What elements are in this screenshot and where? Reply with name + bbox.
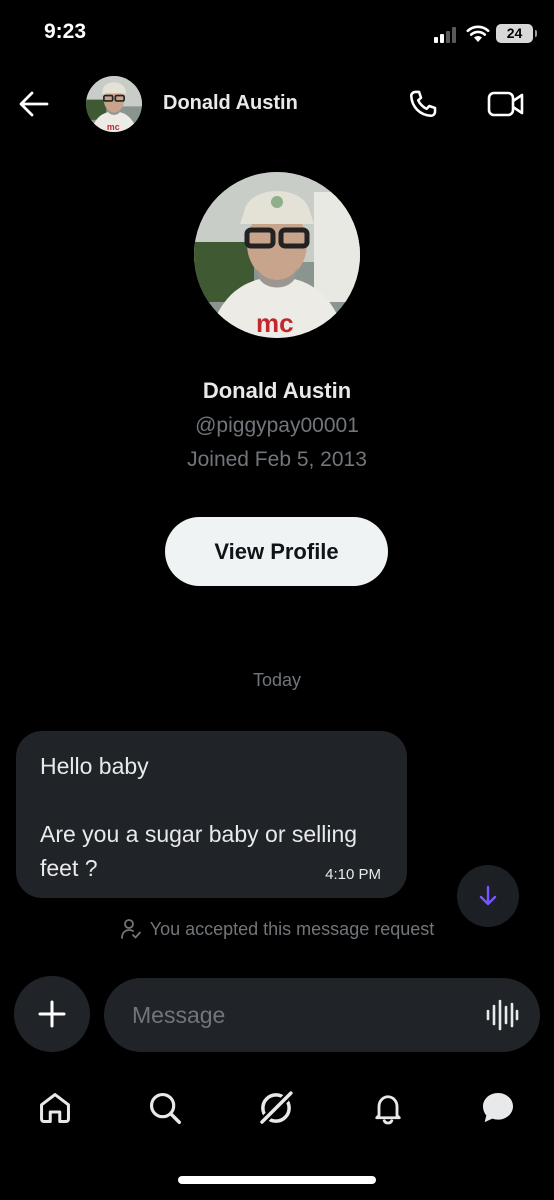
profile-avatar[interactable]: mc (194, 172, 360, 338)
bottom-navigation (0, 1068, 554, 1148)
svg-text:mc: mc (107, 122, 120, 132)
profile-handle: @piggypay00001 (195, 414, 359, 437)
status-time: 9:23 (44, 20, 87, 43)
message-text: Hello baby (40, 753, 149, 779)
voice-waveform-icon (486, 999, 519, 1031)
phone-icon (409, 90, 437, 118)
voice-message-button[interactable] (484, 997, 520, 1033)
header-name[interactable]: Donald Austin (163, 92, 298, 115)
svg-text:mc: mc (256, 308, 294, 338)
home-indicator (178, 1176, 376, 1184)
nav-messages[interactable] (474, 1084, 522, 1132)
home-icon (40, 1093, 70, 1123)
conversation-header: mc Donald Austin (0, 64, 554, 144)
user-check-icon (120, 919, 141, 939)
search-icon (149, 1092, 181, 1124)
grok-icon (257, 1089, 295, 1127)
call-button[interactable] (403, 84, 443, 124)
back-button[interactable] (14, 84, 54, 124)
battery-indicator: 24 (496, 24, 537, 43)
message-text: Are you a sugar baby or selling (40, 821, 358, 847)
avatar[interactable]: mc (86, 76, 142, 132)
view-profile-button[interactable]: View Profile (165, 517, 388, 586)
profile-joined-date: Joined Feb 5, 2013 (187, 448, 367, 471)
message-timestamp: 4:10 PM (325, 866, 381, 883)
video-call-button[interactable] (484, 84, 528, 124)
profile-name: Donald Austin (202, 378, 352, 403)
nav-home[interactable] (31, 1084, 79, 1132)
message-bubble[interactable]: Hello baby Are you a sugar baby or selli… (16, 731, 407, 898)
nav-notifications[interactable] (364, 1084, 412, 1132)
add-attachment-button[interactable] (14, 976, 90, 1052)
status-bar: 9:23 24 (0, 0, 554, 64)
nav-search[interactable] (141, 1084, 189, 1132)
video-camera-icon (487, 91, 524, 117)
nav-grok[interactable] (252, 1084, 300, 1132)
accepted-notice-text: You accepted this message request (149, 918, 435, 939)
arrow-left-icon (19, 91, 49, 117)
accepted-request-notice: You accepted this message request (0, 918, 554, 940)
plus-icon (38, 1000, 66, 1028)
message-input[interactable] (132, 978, 472, 1052)
arrow-down-icon (479, 885, 497, 906)
cellular-signal-icon (434, 27, 460, 43)
message-composer (104, 978, 540, 1052)
bell-icon (375, 1095, 401, 1125)
messages-icon (483, 1093, 513, 1123)
date-divider: Today (252, 670, 302, 690)
wifi-icon (466, 25, 490, 42)
